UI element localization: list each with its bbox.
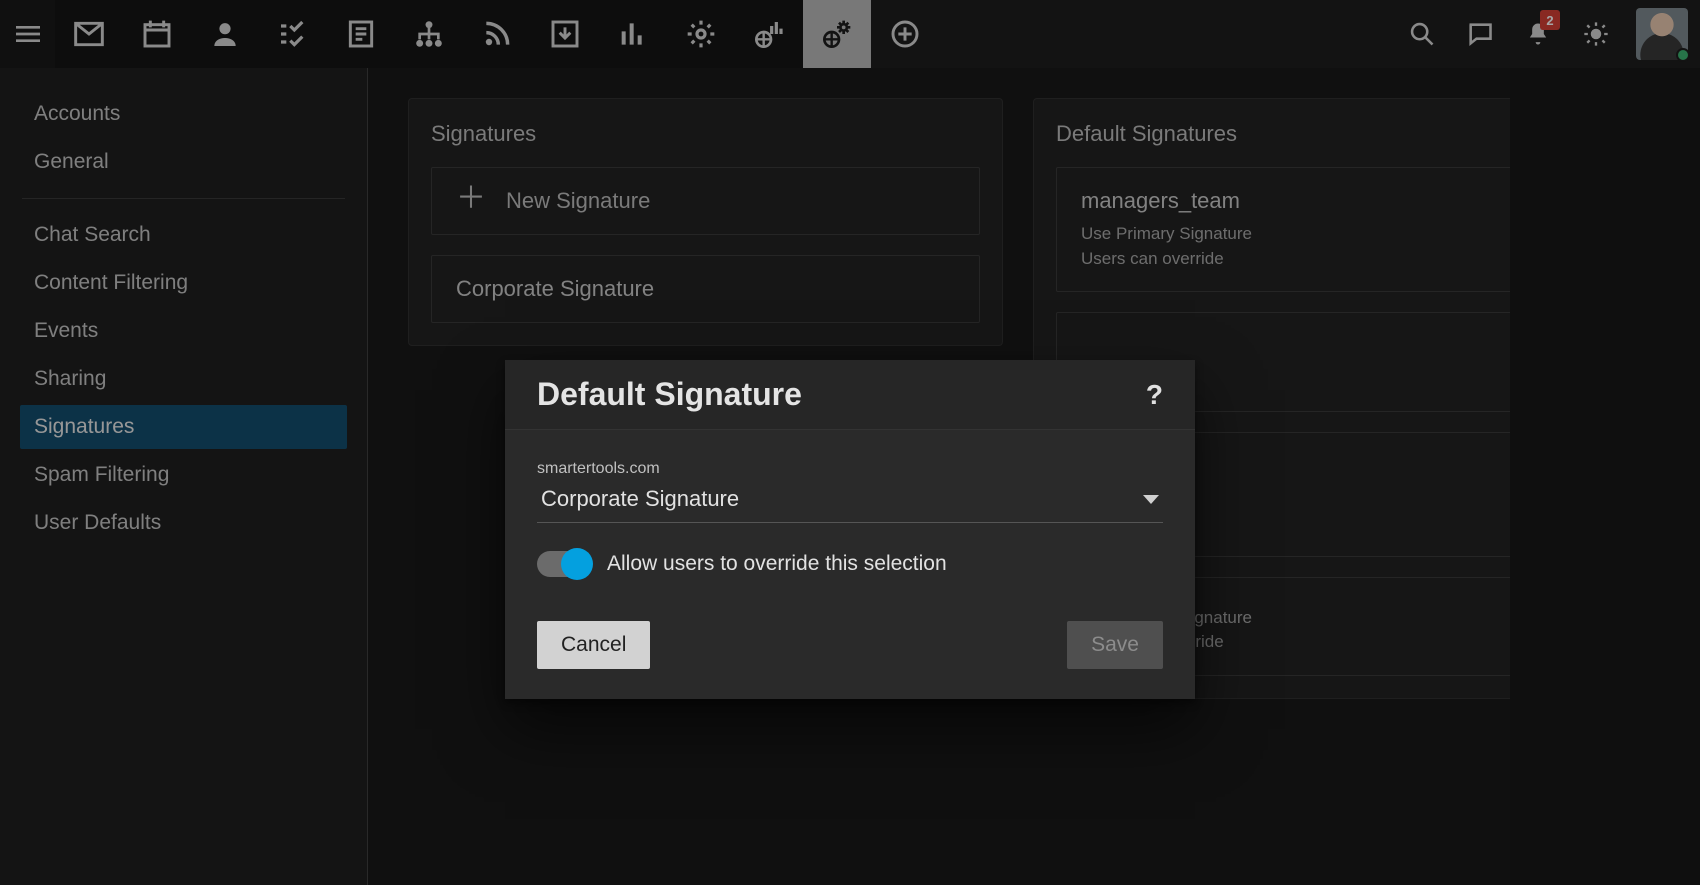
chevron-down-icon <box>1143 495 1159 504</box>
default-signature-dialog: Default Signature ? smartertools.com Cor… <box>505 360 1195 699</box>
cancel-button[interactable]: Cancel <box>537 621 650 669</box>
signature-select-value: Corporate Signature <box>541 486 739 512</box>
help-icon[interactable]: ? <box>1146 379 1163 411</box>
override-toggle-label: Allow users to override this selection <box>607 552 947 576</box>
dialog-title: Default Signature <box>537 376 802 413</box>
save-button[interactable]: Save <box>1067 621 1163 669</box>
signature-select[interactable]: Corporate Signature <box>537 482 1163 523</box>
domain-label: smartertools.com <box>537 460 1163 478</box>
override-toggle[interactable] <box>537 551 591 577</box>
